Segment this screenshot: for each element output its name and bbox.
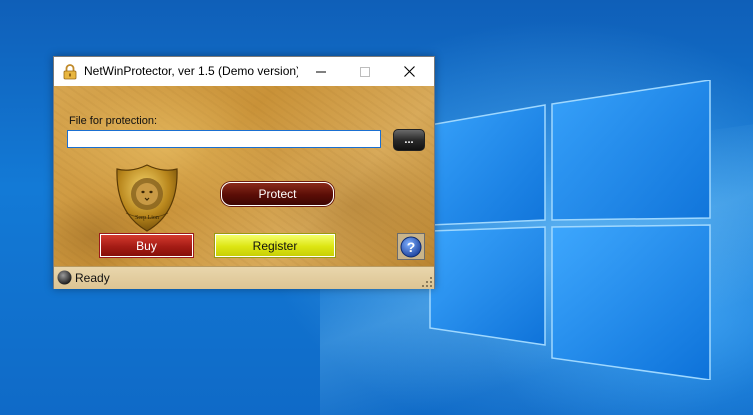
logo-text: Serp Lion (135, 215, 159, 221)
browse-button[interactable]: ... (393, 129, 425, 151)
app-window: NetWinProtector, ver 1.5 (Demo version) … (53, 56, 435, 289)
status-indicator-icon (57, 270, 72, 285)
resize-grip-icon[interactable] (422, 277, 432, 287)
help-icon: ? (400, 236, 422, 257)
svg-text:?: ? (407, 239, 416, 255)
register-button[interactable]: Register (215, 234, 335, 257)
status-text: Ready (75, 271, 110, 285)
window-title: NetWinProtector, ver 1.5 (Demo version) (84, 64, 298, 78)
help-button[interactable]: ? (397, 233, 425, 260)
file-label: File for protection: (69, 115, 158, 127)
buy-button[interactable]: Buy (100, 234, 193, 257)
lock-icon (63, 64, 77, 80)
minimize-button[interactable] (298, 57, 344, 86)
lion-shield-logo: Serp Lion (116, 164, 178, 232)
close-icon (403, 66, 415, 77)
maximize-icon (360, 66, 370, 77)
main-panel: File for protection: ... Serp Lion Prote… (54, 86, 434, 266)
title-bar[interactable]: NetWinProtector, ver 1.5 (Demo version) (54, 57, 434, 86)
protect-button[interactable]: Protect (221, 182, 334, 206)
status-bar: Ready (54, 266, 434, 289)
maximize-button[interactable] (342, 57, 388, 86)
minimize-icon (316, 71, 326, 72)
close-button[interactable] (386, 57, 432, 86)
file-path-input[interactable] (67, 130, 381, 148)
windows-logo-icon (429, 80, 711, 380)
